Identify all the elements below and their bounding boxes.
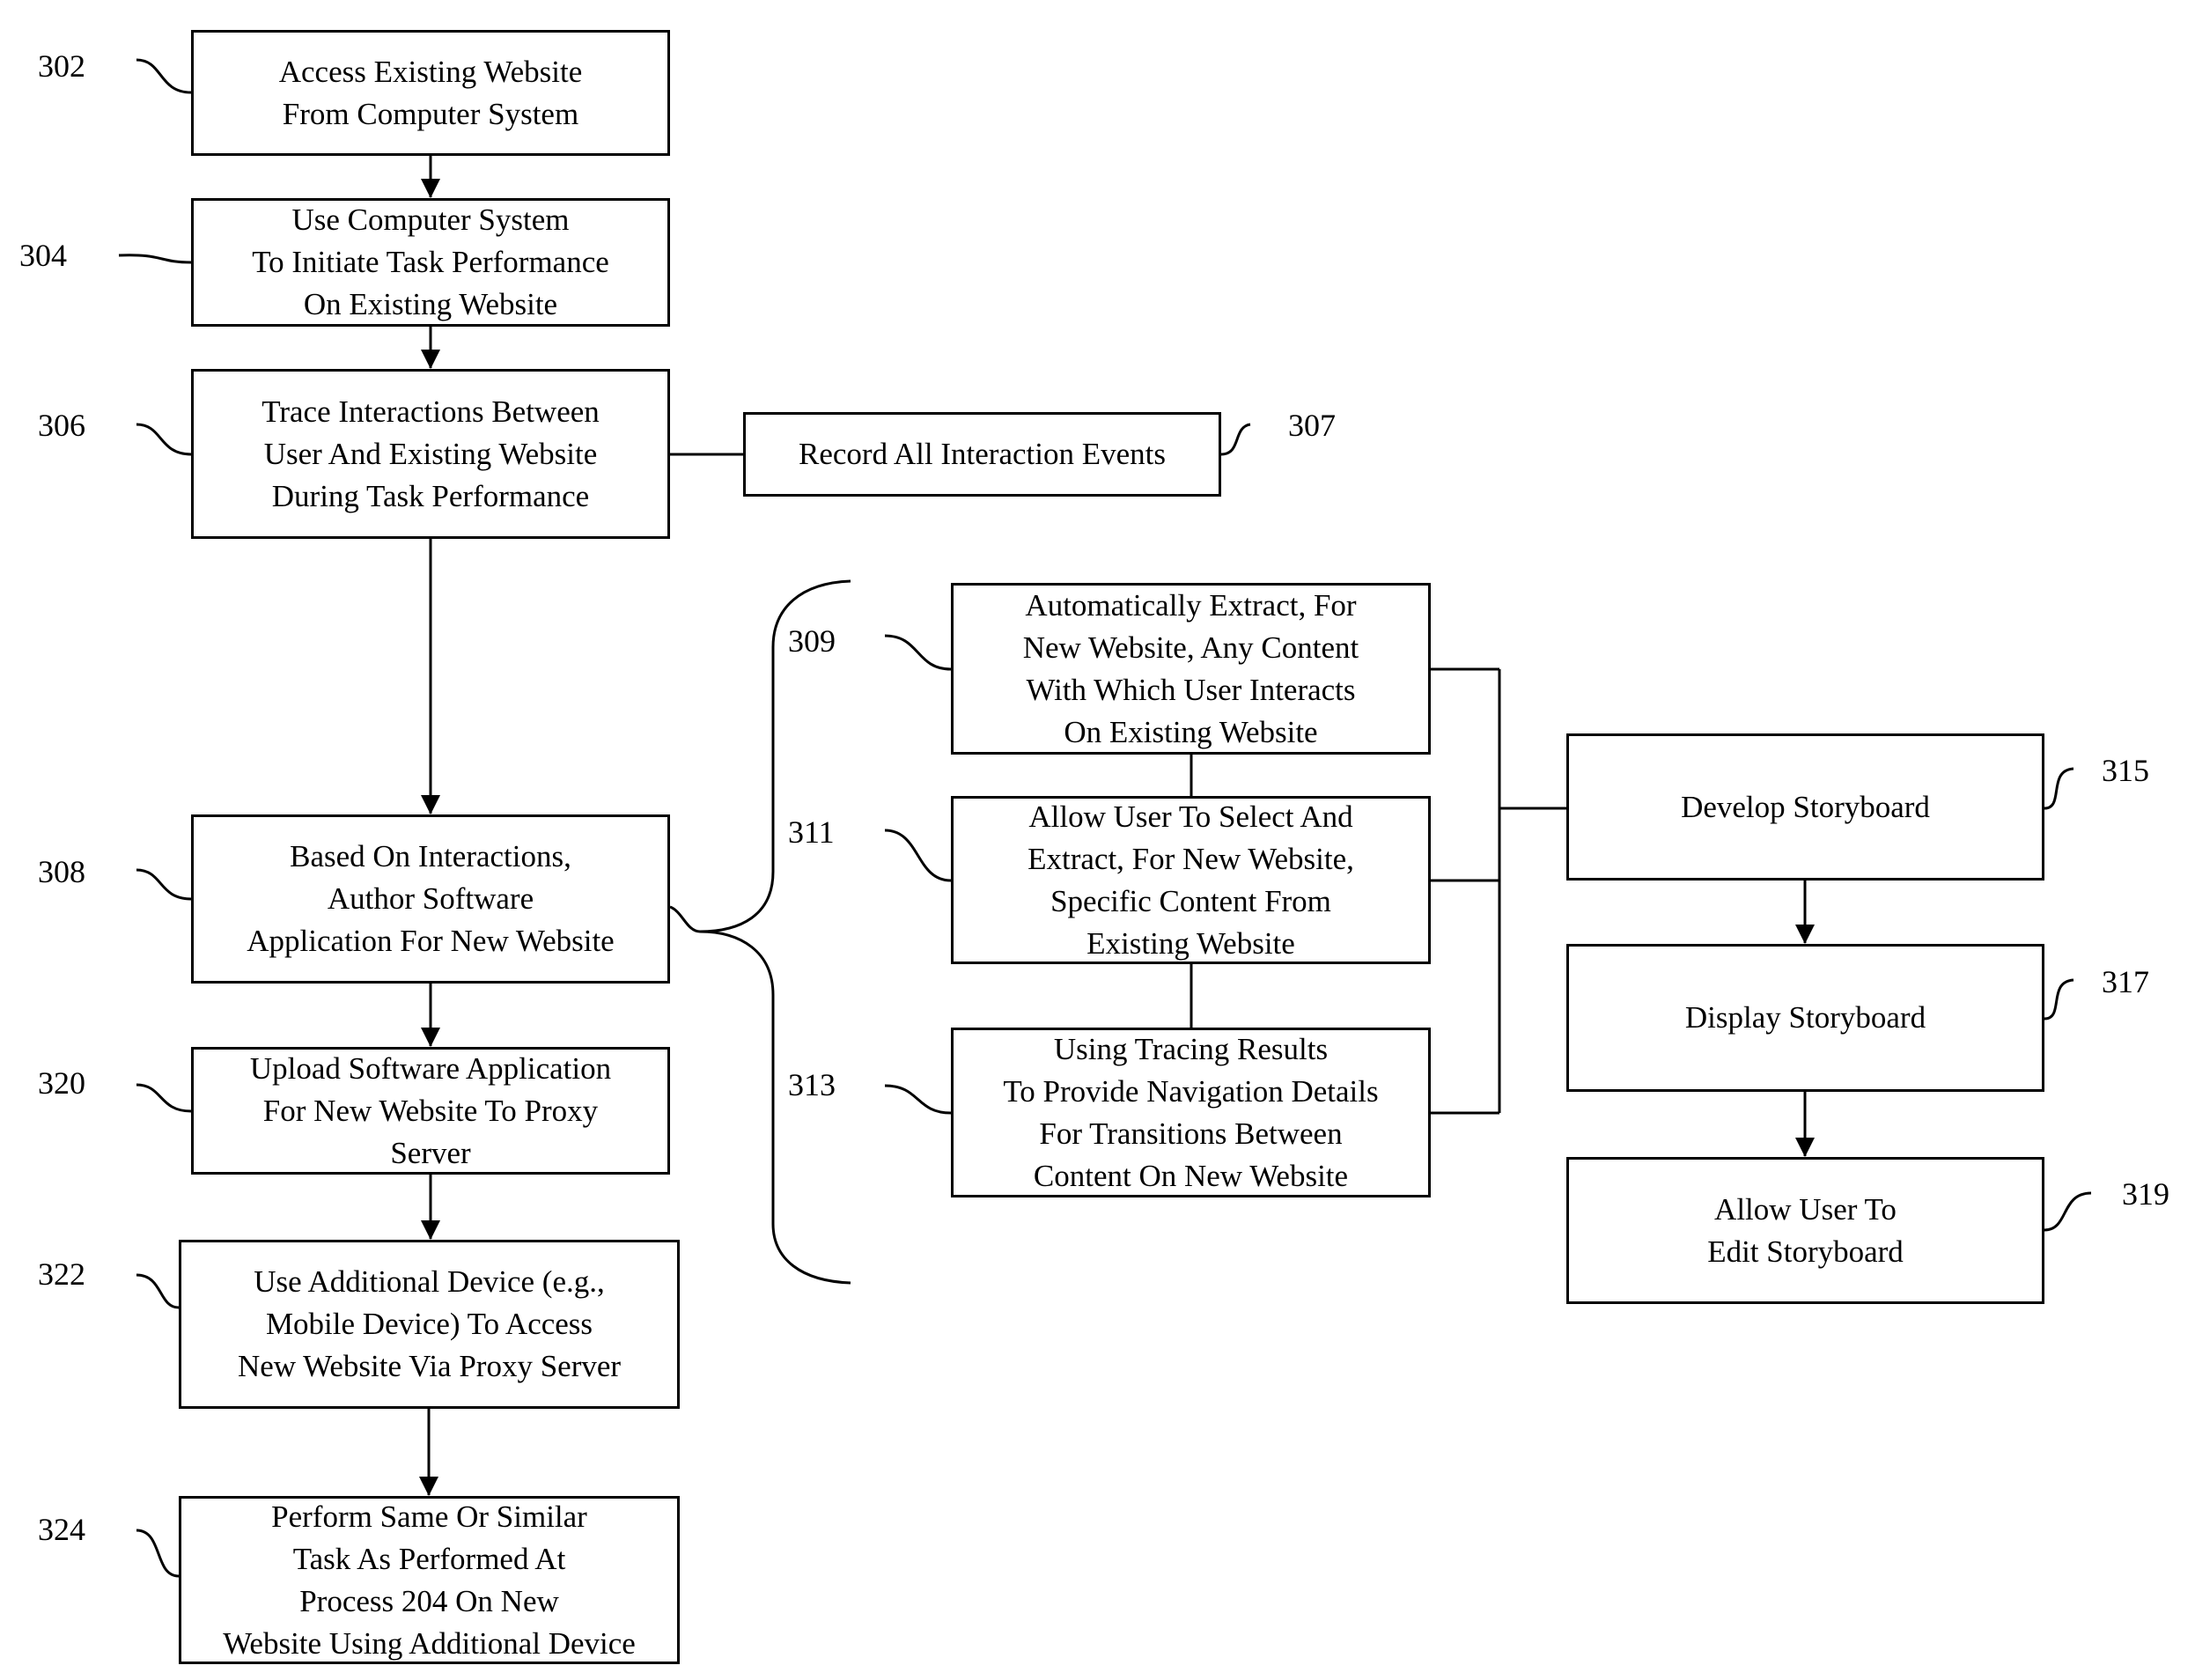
step-317-text: Display Storyboard (1684, 1000, 1926, 1035)
arrowhead-308-320 (421, 1028, 440, 1047)
leader-319 (2044, 1191, 2092, 1232)
ref-322: 322 (38, 1256, 85, 1292)
step-324-text: Perform Same Or Similar Task As Performe… (223, 1499, 636, 1661)
step-306-box: Trace Interactions Between User And Exis… (191, 369, 670, 539)
ref-306: 306 (38, 408, 85, 443)
step-322-text: Use Additional Device (e.g., Mobile Devi… (237, 1264, 622, 1383)
arrowhead-322-324 (419, 1477, 438, 1496)
arrowhead-302-304 (421, 179, 440, 198)
step-308-text: Based On Interactions, Author Software A… (247, 839, 615, 958)
ref-304: 304 (19, 238, 67, 273)
ref-320: 320 (38, 1065, 85, 1101)
step-302-text: Access Existing Website From Computer Sy… (278, 54, 583, 131)
leader-317 (2044, 978, 2074, 1021)
step-307-text: Record All Interaction Events (799, 437, 1166, 471)
arrowhead-317-319 (1795, 1138, 1815, 1157)
ref-308: 308 (38, 854, 85, 889)
leader-309 (884, 634, 952, 671)
arrowhead-306-308 (421, 795, 440, 814)
step-309-text: Automatically Extract, For New Website, … (1022, 587, 1359, 749)
leader-311 (884, 829, 952, 882)
leader-313 (884, 1084, 952, 1115)
step-309-box: Automatically Extract, For New Website, … (951, 583, 1431, 755)
leader-324 (136, 1529, 180, 1578)
step-317-box: Display Storyboard (1566, 944, 2044, 1092)
step-315-box: Develop Storyboard (1566, 733, 2044, 881)
ref-317: 317 (2102, 964, 2149, 999)
step-302-box: Access Existing Website From Computer Sy… (191, 30, 670, 156)
step-320-text: Upload Software Application For New Webs… (249, 1050, 612, 1170)
step-313-box: Using Tracing Results To Provide Navigat… (951, 1028, 1431, 1197)
step-308-box: Based On Interactions, Author Software A… (191, 814, 670, 984)
step-304-box: Use Computer System To Initiate Task Per… (191, 198, 670, 327)
step-319-box: Allow User To Edit Storyboard (1566, 1157, 2044, 1304)
ref-309: 309 (788, 623, 836, 659)
leader-320 (136, 1083, 192, 1113)
step-306-text: Trace Interactions Between User And Exis… (261, 394, 600, 513)
leader-307 (1220, 423, 1251, 456)
ref-319: 319 (2122, 1176, 2169, 1212)
ref-307: 307 (1288, 408, 1336, 443)
step-313-text: Using Tracing Results To Provide Navigat… (1003, 1031, 1379, 1193)
leader-315 (2044, 767, 2074, 810)
ref-311: 311 (788, 814, 835, 850)
step-304-text: Use Computer System To Initiate Task Per… (252, 203, 609, 321)
leader-308 (136, 868, 192, 901)
arrowhead-315-317 (1795, 925, 1815, 944)
ref-302: 302 (38, 48, 85, 84)
ref-315: 315 (2102, 753, 2149, 788)
step-311-text: Allow User To Select And Extract, For Ne… (1028, 799, 1354, 961)
step-322-box: Use Additional Device (e.g., Mobile Devi… (179, 1240, 680, 1409)
ref-324: 324 (38, 1512, 85, 1547)
arrowhead-304-306 (421, 350, 440, 369)
step-315-text: Develop Storyboard (1681, 789, 1930, 824)
leader-306 (136, 423, 192, 456)
step-311-box: Allow User To Select And Extract, For Ne… (951, 796, 1431, 964)
leader-304 (118, 254, 192, 264)
step-324-box: Perform Same Or Similar Task As Performe… (179, 1496, 680, 1664)
step-320-box: Upload Software Application For New Webs… (191, 1047, 670, 1175)
leader-322 (136, 1273, 180, 1309)
step-307-box: Record All Interaction Events (743, 412, 1221, 497)
leader-302 (136, 58, 192, 94)
ref-313: 313 (788, 1067, 836, 1102)
arrowhead-320-322 (421, 1220, 440, 1240)
brace-308 (669, 579, 851, 1285)
step-319-text: Allow User To Edit Storyboard (1707, 1191, 1904, 1269)
